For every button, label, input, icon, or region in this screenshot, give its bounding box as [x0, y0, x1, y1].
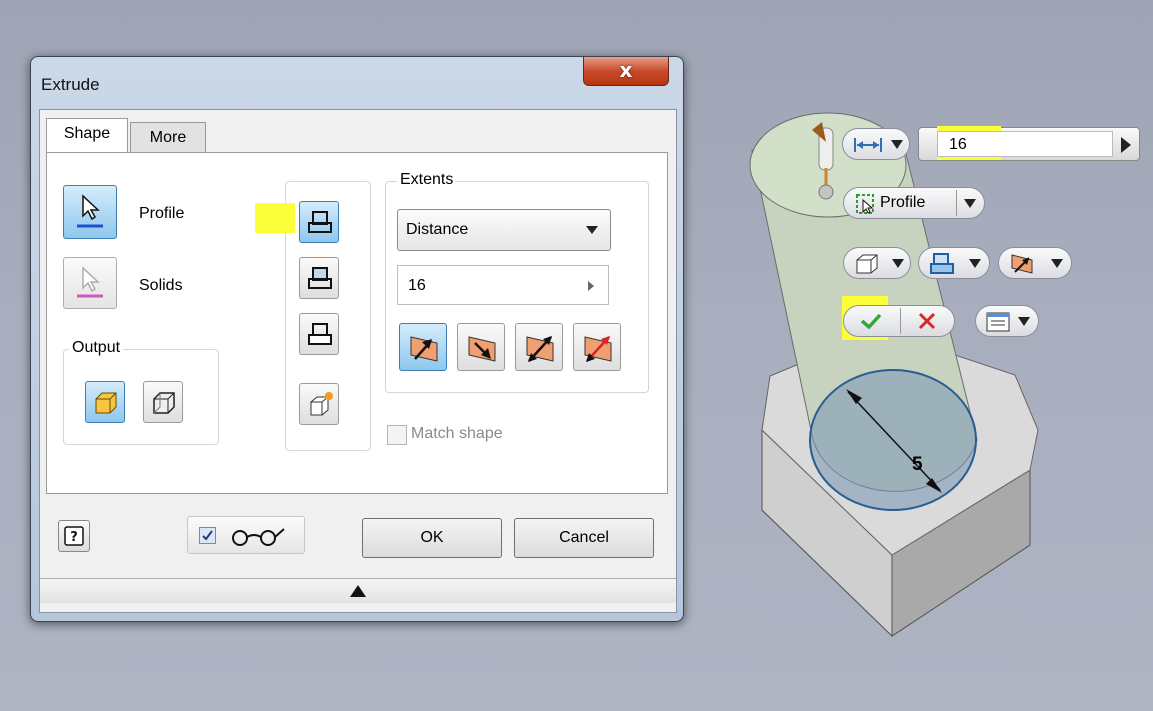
dialog-title: Extrude	[41, 75, 100, 94]
direction-default-icon	[410, 336, 438, 362]
chevron-down-icon	[891, 140, 903, 149]
distance-arrows-icon	[854, 138, 882, 152]
cursor-select-solids-icon	[77, 266, 103, 298]
direction-default-icon	[1011, 254, 1033, 274]
tab-more-label: More	[149, 129, 187, 146]
mini-ok-button[interactable]	[844, 306, 900, 336]
mini-direction-button[interactable]	[998, 247, 1072, 279]
new-solid-icon	[310, 392, 333, 416]
direction-symmetric-icon	[526, 336, 554, 362]
help-icon: ?	[64, 526, 84, 546]
operation-highlight	[255, 203, 295, 233]
direction-flipped-button[interactable]	[457, 323, 505, 371]
profile-select-button[interactable]	[63, 185, 117, 239]
dimension-value[interactable]: 5	[912, 454, 923, 476]
solids-label: Solids	[139, 277, 183, 294]
chevron-down-icon	[1018, 317, 1030, 326]
checkmark-icon	[860, 313, 882, 330]
direction-symmetric-button[interactable]	[515, 323, 563, 371]
intersect-icon	[308, 323, 332, 345]
ok-label: OK	[420, 529, 444, 546]
cursor-select-icon	[77, 194, 103, 228]
operation-intersect-button[interactable]	[299, 313, 339, 355]
ok-button[interactable]: OK	[362, 518, 502, 558]
tab-shape[interactable]: Shape	[46, 118, 128, 154]
extrude-dialog: Extrude x Shape More Profile Solids Outp…	[30, 56, 684, 622]
cut-icon	[308, 267, 332, 289]
mini-options-button[interactable]	[975, 305, 1039, 337]
tab-shape-label: Shape	[63, 125, 111, 142]
close-button[interactable]: x	[583, 57, 669, 86]
svg-text:?: ?	[70, 530, 78, 545]
extents-type-value: Distance	[406, 221, 469, 238]
dialog-client: Shape More Profile Solids Output Extents…	[39, 109, 677, 613]
chevron-down-icon	[969, 259, 981, 268]
mini-profile-button[interactable]: Profile	[843, 187, 985, 219]
glasses-icon	[232, 528, 285, 546]
tab-more[interactable]: More	[130, 122, 206, 153]
mini-distance-type-button[interactable]	[842, 128, 910, 160]
preview-checkbox[interactable]	[199, 527, 216, 544]
dialog-options-icon	[986, 312, 1010, 332]
extents-type-dropdown[interactable]: Distance	[397, 209, 611, 251]
chevron-down-icon	[586, 226, 598, 234]
mini-distance-value: 16	[949, 136, 967, 153]
join-icon	[308, 211, 332, 233]
operation-cut-button[interactable]	[299, 257, 339, 299]
mini-ok-cancel-group	[843, 305, 955, 337]
chevron-down-icon	[964, 199, 976, 208]
mini-profile-divider	[956, 190, 957, 216]
preview-toggle[interactable]	[187, 516, 305, 554]
output-label: Output	[69, 339, 124, 357]
direction-flipped-icon	[468, 336, 496, 362]
direction-asymmetric-icon	[584, 336, 612, 362]
distance-input[interactable]: 16	[397, 265, 609, 305]
close-icon	[918, 312, 936, 330]
operation-join-button[interactable]	[299, 201, 339, 243]
mini-distance-input-frame: 16	[918, 126, 1140, 161]
profile-label: Profile	[139, 205, 185, 222]
solid-cube-icon	[95, 392, 117, 414]
match-shape-checkbox[interactable]	[387, 425, 407, 445]
close-icon: x	[619, 58, 633, 82]
mini-cancel-button[interactable]	[901, 306, 955, 336]
play-right-icon[interactable]	[588, 281, 594, 291]
chevron-down-icon	[1051, 259, 1063, 268]
mini-profile-label: Profile	[880, 194, 926, 211]
expand-strip[interactable]	[40, 578, 676, 603]
shape-tab-panel: Profile Solids Output Extents Distance 1…	[46, 152, 668, 494]
new-solid-button[interactable]	[299, 383, 339, 425]
mini-operation-button[interactable]	[918, 247, 990, 279]
distance-value: 16	[408, 277, 426, 294]
direction-default-button[interactable]	[399, 323, 447, 371]
help-button[interactable]: ?	[58, 520, 90, 552]
extents-label: Extents	[397, 171, 457, 189]
cancel-label: Cancel	[559, 529, 609, 546]
solid-cube-icon	[856, 254, 878, 274]
play-right-icon[interactable]	[1121, 137, 1131, 153]
profile-select-icon	[856, 194, 874, 214]
expand-arrow-icon	[350, 585, 366, 597]
manipulator-ball	[818, 184, 834, 200]
join-icon	[930, 253, 954, 274]
direction-asymmetric-button[interactable]	[573, 323, 621, 371]
mini-output-button[interactable]	[843, 247, 911, 279]
solids-select-button[interactable]	[63, 257, 117, 309]
output-solid-button[interactable]	[85, 381, 125, 423]
chevron-down-icon	[892, 259, 904, 268]
check-icon	[202, 530, 213, 541]
cancel-button[interactable]: Cancel	[514, 518, 654, 558]
match-shape-label: Match shape	[411, 425, 503, 442]
output-surface-button[interactable]	[143, 381, 183, 423]
surface-cube-icon	[153, 392, 175, 414]
